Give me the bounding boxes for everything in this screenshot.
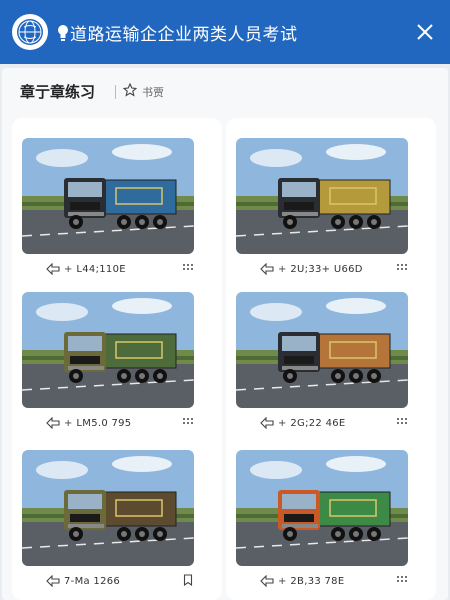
app-title: 道路运输企企业两类人员考试 — [70, 25, 298, 45]
sub-header: 章亍章练习 书贾 — [2, 68, 448, 114]
card-code: 2U;33+ U66D — [290, 263, 363, 275]
card-meta: +2U;33+ U66D — [236, 260, 408, 278]
bookmark-label[interactable]: 书贾 — [142, 84, 164, 100]
close-icon[interactable] — [414, 21, 436, 43]
plus-sign: + — [64, 417, 73, 429]
lightbulb-icon — [58, 25, 68, 41]
truck-photo[interactable] — [236, 292, 408, 408]
card-code: 2G;22 46E — [290, 417, 346, 429]
share-arrow-icon[interactable] — [46, 263, 60, 275]
truck-card[interactable]: +2U;33+ U66D — [226, 138, 436, 294]
truck-photo[interactable] — [22, 450, 194, 566]
dots-grid-icon[interactable] — [396, 416, 408, 428]
card-meta: +2B,33 78E — [236, 572, 408, 590]
card-code: 2B,33 78E — [290, 575, 345, 587]
divider — [115, 85, 116, 99]
truck-card[interactable]: + L44;110E — [12, 138, 222, 294]
truck-card[interactable]: +2G;22 46E — [226, 292, 436, 448]
plus-sign: + — [64, 263, 73, 275]
truck-photo[interactable] — [22, 292, 194, 408]
share-arrow-icon[interactable] — [46, 575, 60, 587]
card-meta: + LM5.0 795 — [22, 414, 194, 432]
bookmark-icon[interactable] — [182, 574, 194, 586]
app-header: 道路运输企企业两类人员考试 — [0, 0, 450, 64]
truck-card[interactable]: +2B,33 78E — [226, 450, 436, 600]
card-meta: 7-Ma 1266 — [22, 572, 194, 590]
star-icon[interactable] — [123, 83, 137, 97]
card-code: 7-Ma 1266 — [64, 575, 121, 587]
plus-sign: + — [278, 417, 287, 429]
plus-sign: + — [278, 575, 287, 587]
truck-photo[interactable] — [236, 450, 408, 566]
card-meta: +2G;22 46E — [236, 414, 408, 432]
page-title: 章亍章练习 — [20, 83, 96, 101]
plus-sign: + — [278, 263, 287, 275]
share-arrow-icon[interactable] — [46, 417, 60, 429]
truck-card[interactable]: + LM5.0 795 — [12, 292, 222, 448]
dots-grid-icon[interactable] — [182, 416, 194, 428]
share-arrow-icon[interactable] — [260, 417, 274, 429]
dots-grid-icon[interactable] — [396, 574, 408, 586]
truck-photo[interactable] — [22, 138, 194, 254]
card-code: LM5.0 795 — [76, 417, 132, 429]
dots-grid-icon[interactable] — [182, 262, 194, 274]
share-arrow-icon[interactable] — [260, 575, 274, 587]
card-code: L44;110E — [76, 263, 126, 275]
share-arrow-icon[interactable] — [260, 263, 274, 275]
truck-card[interactable]: 7-Ma 1266 — [12, 450, 222, 600]
dots-grid-icon[interactable] — [396, 262, 408, 274]
globe-logo-icon — [12, 14, 48, 50]
card-meta: + L44;110E — [22, 260, 194, 278]
truck-photo[interactable] — [236, 138, 408, 254]
